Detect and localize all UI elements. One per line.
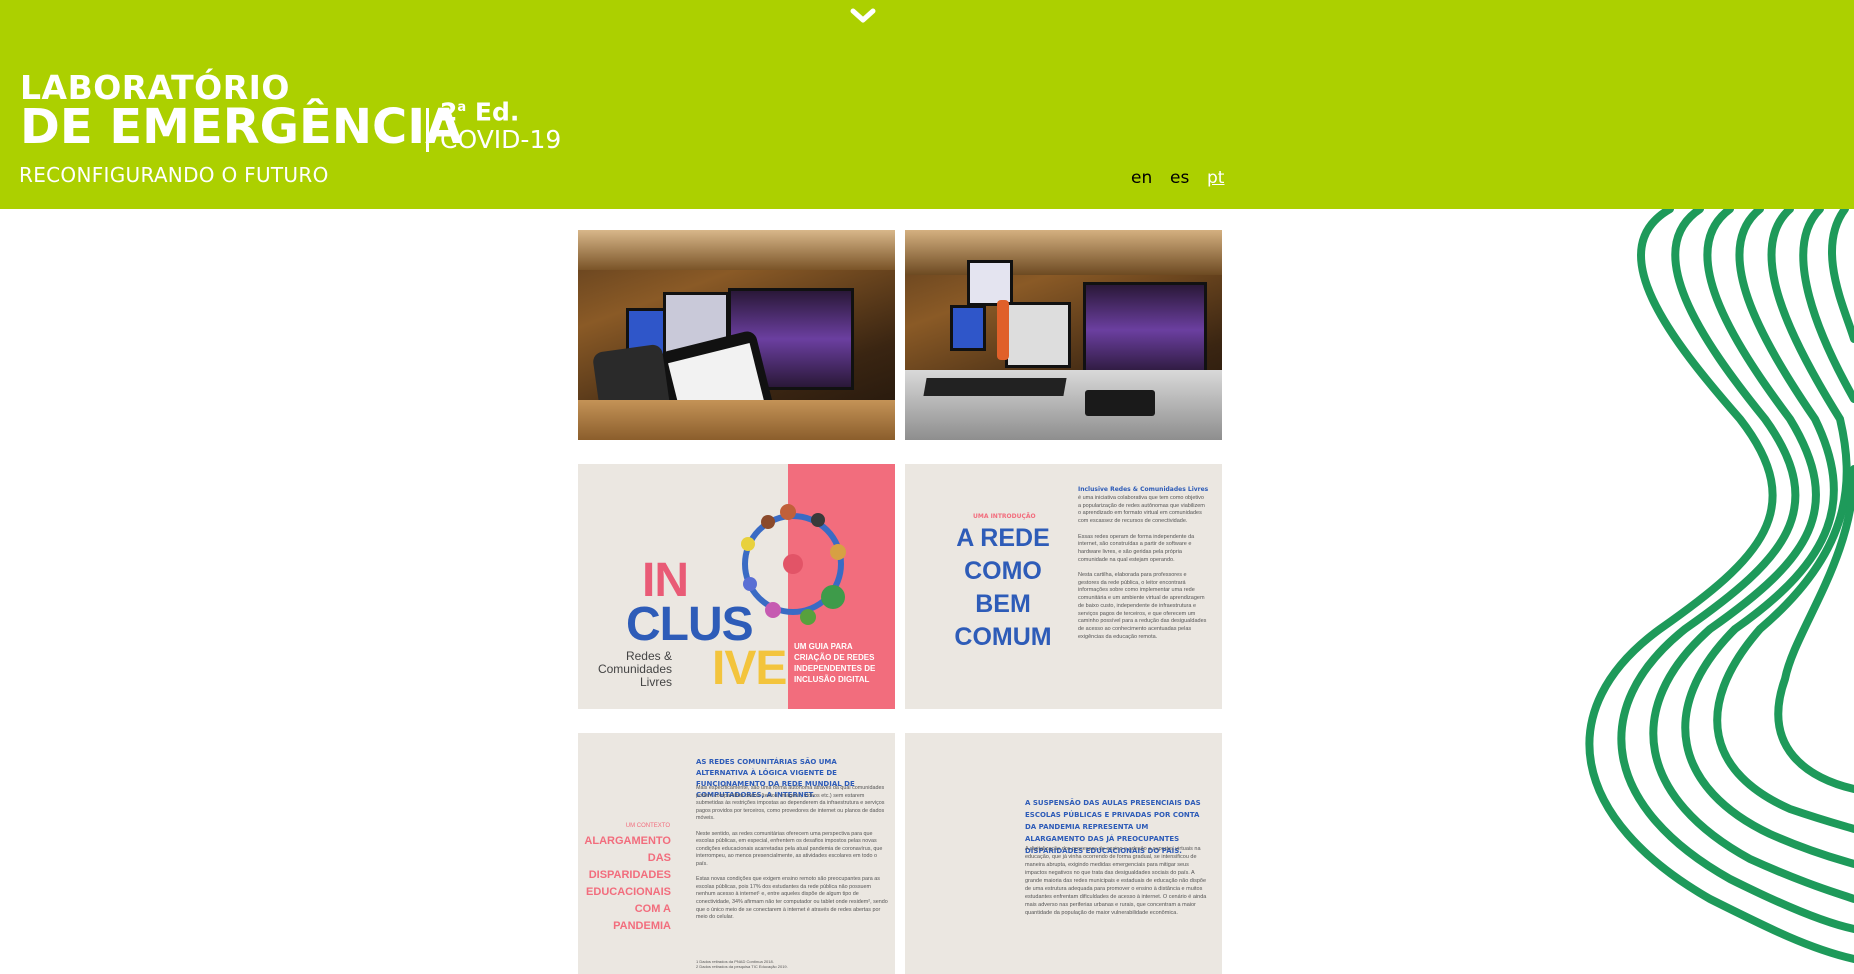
monitor-shape bbox=[950, 305, 986, 351]
context-title-4: COM A PANDEMIA bbox=[613, 903, 671, 932]
edition-covid: COVID-19 bbox=[440, 125, 562, 155]
monitor-shape bbox=[1083, 282, 1207, 378]
router-shape bbox=[1085, 390, 1155, 416]
site-tagline: RECONFIGURANDO O FUTURO bbox=[19, 163, 329, 187]
intro-body: é uma iniciativa colaborativa que tem co… bbox=[1078, 495, 1207, 640]
booklet-cover[interactable]: IN CLUS IVE Redes & Comunidades Livres U… bbox=[578, 464, 895, 709]
gallery-photo-2[interactable] bbox=[905, 230, 1222, 440]
lang-link-es[interactable]: es bbox=[1170, 168, 1189, 188]
site-header: LABORATÓRIO DE EMERGÊNCIA 2a Ed. COVID-1… bbox=[0, 0, 1854, 209]
intro-body-title: Inclusive Redes & Comunidades Livres bbox=[1078, 486, 1209, 493]
intro-title-4: COMUM bbox=[954, 623, 1052, 651]
cover-guide-2: CRIAÇÃO DE REDES bbox=[794, 653, 875, 662]
context-title-2: DAS DISPARIDADES bbox=[588, 852, 671, 881]
context-footnotes: 1 Dados retirados da PNAD Contínua 2018.… bbox=[696, 959, 788, 969]
keyboard-shape bbox=[923, 378, 1067, 396]
context-kicker: UM CONTEXTO bbox=[625, 823, 670, 829]
suspension-body: A digitalização dos processos de ensino … bbox=[1025, 846, 1207, 916]
monitor-shape bbox=[1005, 302, 1071, 368]
cover-word-1: IN bbox=[642, 554, 689, 607]
edition-ed: Ed. bbox=[474, 97, 520, 127]
context-title-3: EDUCACIONAIS bbox=[586, 886, 671, 898]
edition-ordinal: a bbox=[457, 100, 467, 115]
lang-link-en[interactable]: en bbox=[1131, 168, 1152, 188]
booklet-page-suspension[interactable]: A SUSPENSÃO DAS AULAS PRESENCIAIS DAS ES… bbox=[905, 733, 1222, 974]
intro-title-3: BEM bbox=[975, 590, 1031, 618]
cover-guide-4: INCLUSÃO DIGITAL bbox=[794, 675, 870, 684]
cover-guide-3: INDEPENDENTES DE bbox=[794, 664, 876, 673]
context-title-1: ALARGAMENTO bbox=[584, 835, 671, 847]
cover-word-2: CLUS bbox=[626, 598, 754, 651]
orange-bottle bbox=[997, 300, 1009, 360]
intro-title-1: A REDE bbox=[956, 524, 1050, 552]
logo-title-line2: DE EMERGÊNCIA bbox=[20, 99, 463, 155]
gallery-photo-1[interactable] bbox=[578, 230, 895, 440]
intro-kicker: UMA INTRODUÇÃO bbox=[973, 513, 1036, 520]
cover-sub-3: Livres bbox=[639, 675, 672, 689]
chevron-down-icon[interactable] bbox=[849, 6, 877, 26]
logo-divider bbox=[426, 108, 429, 152]
context-body: Mais especificamente, são uma forma autô… bbox=[696, 785, 888, 921]
edition-label: 2a Ed. COVID-19 bbox=[440, 94, 561, 154]
cover-guide-1: UM GUIA PARA bbox=[794, 642, 853, 651]
site-logo[interactable]: LABORATÓRIO DE EMERGÊNCIA bbox=[20, 70, 463, 155]
booklet-page-intro[interactable]: UMA INTRODUÇÃO A REDE COMO BEM COMUM Inc… bbox=[905, 464, 1222, 709]
lang-link-pt[interactable]: pt bbox=[1207, 168, 1224, 188]
monitor-shape bbox=[967, 260, 1013, 306]
wavy-lines-decoration bbox=[1585, 209, 1854, 963]
intro-title-2: COMO bbox=[964, 557, 1042, 585]
edition-number: 2 bbox=[440, 97, 458, 127]
booklet-page-context[interactable]: UM CONTEXTO ALARGAMENTO DAS DISPARIDADES… bbox=[578, 733, 895, 974]
